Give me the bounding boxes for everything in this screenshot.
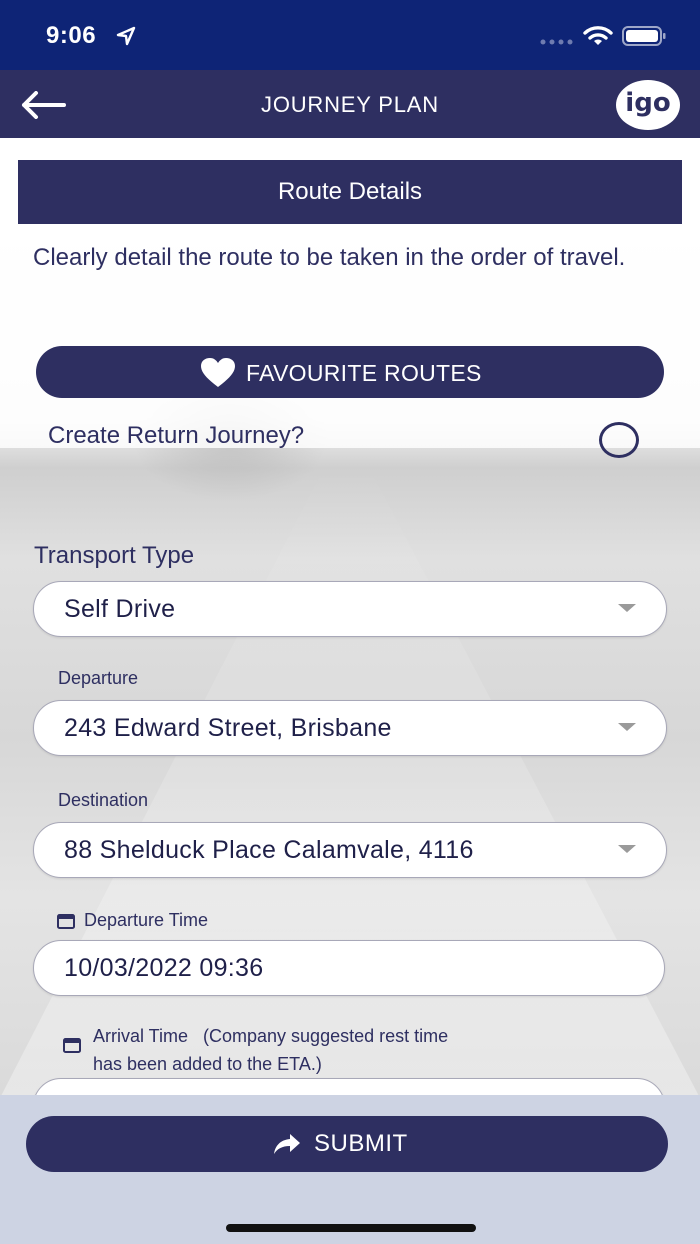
arrival-time-label-line2: has been added to the ETA.) (93, 1054, 322, 1074)
transport-type-label: Transport Type (34, 542, 195, 569)
page-title: JOURNEY PLAN (261, 92, 439, 117)
status-time: 9:06 (46, 22, 97, 49)
transport-type-value: Self Drive (64, 595, 176, 623)
submit-label: SUBMIT (314, 1130, 408, 1157)
logo-text: igo (625, 88, 671, 118)
arrival-time-label: Arrival Time (Company suggested rest tim… (93, 1022, 448, 1078)
submit-button[interactable]: SUBMIT (26, 1116, 668, 1172)
destination-label: Destination (58, 790, 149, 810)
battery-icon (622, 26, 666, 46)
share-forward-icon (274, 1134, 300, 1154)
departure-time-input[interactable]: 10/03/2022 09:36 (33, 940, 665, 996)
departure-time-value: 10/03/2022 09:36 (64, 954, 264, 982)
return-journey-label: Create Return Journey? (48, 422, 305, 449)
calendar-icon (57, 914, 75, 929)
dropdown-caret-icon (618, 723, 636, 731)
dropdown-caret-icon (618, 845, 636, 853)
departure-select[interactable]: 243 Edward Street, Brisbane (33, 700, 667, 756)
favourite-routes-label: FAVOURITE ROUTES (246, 360, 482, 386)
home-indicator (226, 1224, 476, 1232)
transport-type-select[interactable]: Self Drive (33, 581, 667, 637)
departure-label: Departure (58, 668, 139, 688)
instruction-text: Clearly detail the route to be taken in … (33, 244, 626, 271)
signal-dots-icon (540, 39, 573, 45)
igo-logo: igo (616, 80, 680, 130)
favourite-routes-button[interactable]: FAVOURITE ROUTES (36, 346, 664, 398)
wifi-icon (583, 26, 613, 45)
departure-value: 243 Edward Street, Brisbane (64, 714, 392, 742)
destination-select[interactable]: 88 Shelduck Place Calamvale, 4116 (33, 822, 667, 878)
destination-value: 88 Shelduck Place Calamvale, 4116 (64, 836, 474, 864)
section-header: Route Details (18, 160, 682, 224)
heart-icon (201, 358, 235, 387)
departure-time-label: Departure Time (84, 910, 209, 930)
arrival-time-label-line1: Arrival Time (Company suggested rest tim… (93, 1026, 449, 1046)
return-journey-radio[interactable] (599, 422, 639, 458)
calendar-icon (63, 1038, 81, 1053)
dropdown-caret-icon (618, 604, 636, 612)
location-arrow-icon (116, 26, 136, 46)
